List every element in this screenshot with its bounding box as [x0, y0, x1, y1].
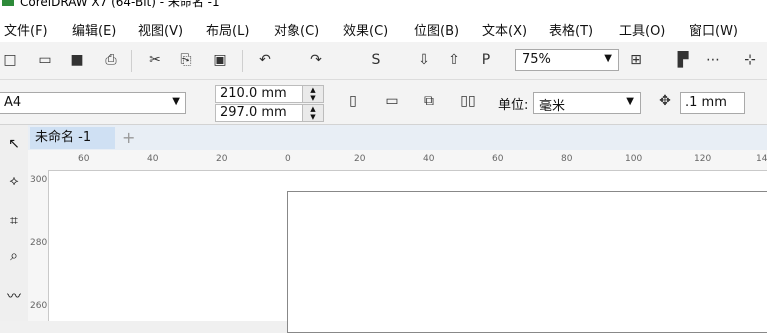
horizontal-ruler: 60 40 20 0 20 40 60 80 100 120 140	[28, 150, 767, 171]
ruler-label: 80	[561, 154, 573, 164]
search-content-icon[interactable]: S	[366, 50, 386, 70]
width-spinner[interactable]: ▲ ▼	[302, 85, 324, 103]
new-document-icon[interactable]: □	[0, 50, 20, 70]
units-select[interactable]: 毫米 ▼	[533, 92, 641, 114]
ruler-label: 280	[30, 238, 48, 248]
cut-icon[interactable]: ✂	[145, 50, 165, 70]
redo-icon[interactable]: ↷	[306, 50, 326, 70]
paper-type-value: A4	[4, 95, 22, 110]
window-title: CorelDRAW X7 (64-Bit) - 未命名 -1	[20, 0, 220, 9]
nudge-distance-field[interactable]: .1 mm	[680, 92, 745, 114]
freehand-tool-icon[interactable]: 〰	[3, 285, 25, 307]
menu-file[interactable]: 文件(F)	[4, 20, 48, 39]
coreldraw-logo-icon	[2, 0, 14, 6]
zoom-level-select[interactable]: 75% ▼	[515, 49, 619, 71]
all-pages-icon[interactable]: ⧉	[419, 91, 439, 111]
ruler-label: 260	[30, 301, 48, 311]
add-tab-icon[interactable]: +	[122, 128, 135, 147]
ruler-label: 40	[147, 154, 159, 164]
paper-type-select[interactable]: A4 ▼	[0, 92, 186, 114]
chevron-down-icon: ▼	[626, 96, 634, 107]
document-page[interactable]	[287, 191, 767, 333]
toolbar-separator	[131, 50, 132, 72]
menu-edit[interactable]: 编辑(E)	[72, 20, 116, 39]
ruler-label: 0	[285, 154, 291, 164]
print-icon[interactable]: ⎙	[101, 50, 121, 70]
page-width-field[interactable]: 210.0 mm	[215, 85, 315, 103]
ruler-label: 20	[354, 154, 366, 164]
copy-icon[interactable]: ⎘	[176, 50, 196, 70]
ruler-label: 40	[423, 154, 435, 164]
menu-bitmap[interactable]: 位图(B)	[414, 20, 459, 39]
current-page-icon[interactable]: ▯▯	[458, 91, 478, 111]
ruler-label: 60	[492, 154, 504, 164]
shape-tool-icon[interactable]: ⟡	[3, 170, 25, 192]
page-height-field[interactable]: 297.0 mm	[215, 104, 315, 122]
document-tab-bar: 未命名 -1 +	[28, 125, 767, 150]
zoom-tool-icon[interactable]: ⌕	[3, 245, 25, 267]
pdf-icon[interactable]: P	[476, 50, 496, 70]
menu-window[interactable]: 窗口(W)	[689, 20, 738, 39]
menu-text[interactable]: 文本(X)	[482, 20, 527, 39]
standard-toolbar: □ ▭ ■ ⎙ ✂ ⎘ ▣ ↶ ↷ S ⇩ ⇧ P 75% ▼ ⊞ ▛ ⋯ ⊹	[0, 42, 767, 80]
rulers-icon[interactable]: ▛	[673, 50, 693, 70]
menu-bar: 文件(F) 编辑(E) 视图(V) 布局(L) 对象(C) 效果(C) 位图(B…	[0, 12, 767, 43]
export-icon[interactable]: ⇧	[444, 50, 464, 70]
undo-icon[interactable]: ↶	[255, 50, 275, 70]
landscape-icon[interactable]: ▭	[382, 91, 402, 111]
import-icon[interactable]: ⇩	[414, 50, 434, 70]
menu-view[interactable]: 视图(V)	[138, 20, 183, 39]
document-tab[interactable]: 未命名 -1	[30, 127, 115, 149]
ruler-label: 140	[756, 154, 767, 164]
portrait-icon[interactable]: ▯	[343, 91, 363, 111]
grid-view-icon[interactable]: ⋯	[703, 50, 723, 70]
height-spinner[interactable]: ▲ ▼	[302, 104, 324, 122]
property-bar: A4 ▼ 210.0 mm ▲ ▼ 297.0 mm ▲ ▼ ▯ ▭ ⧉ ▯▯ 单位…	[0, 80, 767, 125]
ruler-label: 300	[30, 175, 48, 185]
paste-icon[interactable]: ▣	[210, 50, 230, 70]
full-screen-preview-icon[interactable]: ⊞	[626, 50, 646, 70]
ruler-label: 100	[625, 154, 643, 164]
snap-to-icon[interactable]: ⊹	[740, 50, 760, 70]
drawing-canvas[interactable]	[49, 171, 767, 333]
units-label: 单位:	[498, 98, 529, 113]
menu-object[interactable]: 对象(C)	[274, 20, 319, 39]
vertical-ruler: 300 280 260	[28, 170, 49, 321]
ruler-label: 120	[694, 154, 712, 164]
ruler-label: 60	[78, 154, 90, 164]
chevron-down-icon: ▼	[604, 53, 612, 64]
ruler-label: 20	[216, 154, 228, 164]
zoom-level-value: 75%	[522, 52, 551, 67]
pick-tool-icon[interactable]: ↖	[3, 133, 25, 155]
menu-table[interactable]: 表格(T)	[549, 20, 593, 39]
save-icon[interactable]: ■	[67, 50, 87, 70]
menu-tools[interactable]: 工具(O)	[619, 20, 665, 39]
nudge-icon: ✥	[659, 93, 671, 109]
toolbox: ↖ ⟡ ⌗ ⌕ 〰	[0, 125, 29, 321]
toolbar-separator	[242, 50, 243, 72]
units-value: 毫米	[539, 99, 566, 114]
title-bar: CorelDRAW X7 (64-Bit) - 未命名 -1	[0, 0, 767, 12]
open-folder-icon[interactable]: ▭	[35, 50, 55, 70]
menu-layout[interactable]: 布局(L)	[206, 20, 249, 39]
menu-effects[interactable]: 效果(C)	[343, 20, 388, 39]
chevron-down-icon: ▼	[172, 96, 180, 107]
crop-tool-icon[interactable]: ⌗	[3, 210, 25, 232]
